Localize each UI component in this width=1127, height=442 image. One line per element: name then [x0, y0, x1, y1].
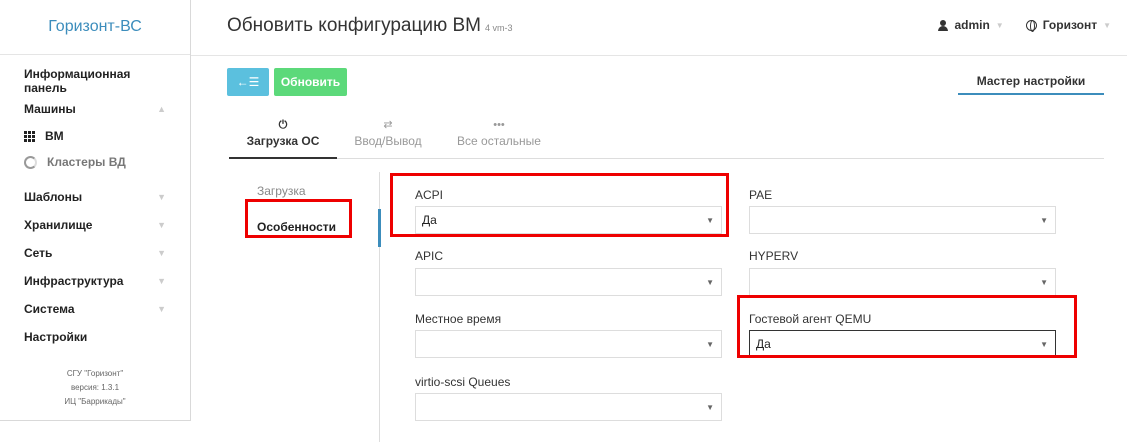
- localtime-select[interactable]: ▼: [415, 330, 722, 358]
- tabs-bar: ⏻ Загрузка ОС ⇄ Ввод/Вывод ••• Все остал…: [229, 118, 1104, 159]
- virtio-scsi-label: virtio-scsi Queues: [415, 375, 511, 389]
- chevron-down-icon: ▼: [157, 248, 166, 258]
- apic-select[interactable]: ▼: [415, 268, 722, 296]
- sidebar-item-dashboard[interactable]: Информационная панель: [0, 67, 190, 95]
- acpi-select[interactable]: Да ▼: [415, 206, 722, 234]
- sidebar-item-vm[interactable]: ВМ: [0, 123, 190, 149]
- sidebar-item-infrastructure[interactable]: Инфраструктура ▼: [0, 267, 190, 295]
- subnav: Загрузка Особенности: [245, 180, 380, 238]
- dropdown-arrow-icon: ▼: [1040, 278, 1048, 287]
- caret-down-icon: ▼: [1103, 20, 1111, 30]
- subnav-active-marker: [378, 209, 381, 247]
- sidebar-menu: Информационная панель Машины ▲ ВМ Кластер…: [0, 55, 190, 409]
- zone-menu[interactable]: Горизонт ▼: [1025, 18, 1111, 32]
- sidebar-item-vd-clusters[interactable]: Кластеры ВД: [0, 149, 190, 175]
- subnav-boot[interactable]: Загрузка: [245, 180, 380, 202]
- hyperv-select[interactable]: ▼: [749, 268, 1056, 296]
- version-info: СГУ "Горизонт" версия: 1.3.1 ИЦ "Баррика…: [64, 369, 126, 406]
- chevron-down-icon: ▼: [157, 192, 166, 202]
- tab-io[interactable]: ⇄ Ввод/Вывод: [344, 118, 432, 159]
- pae-label: PAE: [749, 188, 773, 202]
- apic-label: APIC: [415, 249, 444, 263]
- sidebar-item-templates[interactable]: Шаблоны ▼: [0, 183, 190, 211]
- sidebar: Горизонт-ВС Информационная панель Машины…: [0, 0, 191, 421]
- qemu-agent-select[interactable]: Да ▼: [749, 330, 1056, 358]
- header-divider: [191, 55, 1127, 56]
- update-button[interactable]: Обновить: [274, 68, 347, 96]
- brand-logo[interactable]: Горизонт-ВС: [0, 0, 190, 55]
- globe-icon: [1025, 19, 1037, 32]
- pae-select[interactable]: ▼: [749, 206, 1056, 234]
- wizard-tab[interactable]: Мастер настройки: [958, 68, 1104, 95]
- hyperv-label: HYPERV: [749, 249, 799, 263]
- tab-other[interactable]: ••• Все остальные: [449, 118, 549, 159]
- dropdown-arrow-icon: ▼: [1040, 216, 1048, 225]
- chevron-up-icon: ▲: [157, 104, 166, 114]
- page-title: Обновить конфигурацию ВМ 4 vm-3: [227, 15, 513, 36]
- top-right-menu: admin ▼ Горизонт ▼: [938, 18, 1111, 32]
- chevron-down-icon: ▼: [157, 276, 166, 286]
- grid-icon: [24, 130, 35, 142]
- exchange-icon: ⇄: [383, 119, 393, 131]
- page-subtitle: 4 vm-3: [485, 23, 513, 33]
- dropdown-arrow-icon: ▼: [706, 278, 714, 287]
- dropdown-arrow-icon: ▼: [706, 216, 714, 225]
- dropdown-arrow-icon: ▼: [1040, 340, 1048, 349]
- dropdown-arrow-icon: ▼: [706, 340, 714, 349]
- spinner-icon: [24, 155, 37, 169]
- tab-os-boot[interactable]: ⏻ Загрузка ОС: [229, 118, 337, 159]
- user-menu[interactable]: admin ▼: [938, 18, 1004, 32]
- back-button[interactable]: ←☰: [227, 68, 269, 96]
- subnav-features[interactable]: Особенности: [245, 216, 380, 238]
- chevron-down-icon: ▼: [157, 304, 166, 314]
- sidebar-item-storage[interactable]: Хранилище ▼: [0, 211, 190, 239]
- ellipsis-icon: •••: [493, 119, 505, 131]
- qemu-agent-label: Гостевой агент QEMU: [749, 312, 872, 326]
- virtio-scsi-select[interactable]: ▼: [415, 393, 722, 421]
- localtime-label: Местное время: [415, 312, 502, 326]
- sidebar-item-system[interactable]: Система ▼: [0, 295, 190, 323]
- chevron-down-icon: ▼: [157, 220, 166, 230]
- dropdown-arrow-icon: ▼: [706, 403, 714, 412]
- caret-down-icon: ▼: [995, 20, 1004, 30]
- sidebar-item-machines[interactable]: Машины ▲: [0, 95, 190, 123]
- power-icon: ⏻: [278, 119, 288, 131]
- sidebar-item-network[interactable]: Сеть ▼: [0, 239, 190, 267]
- acpi-label: ACPI: [415, 188, 444, 202]
- user-icon: [938, 19, 949, 31]
- sidebar-item-settings[interactable]: Настройки: [0, 323, 190, 351]
